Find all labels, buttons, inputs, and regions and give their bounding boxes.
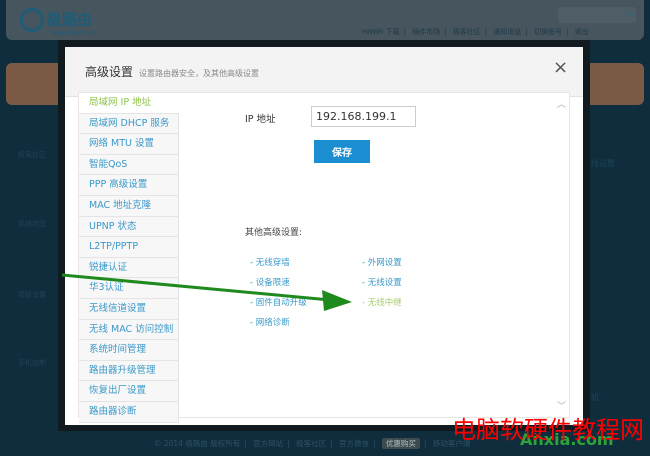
advanced-link[interactable]: - 固件自动升级	[250, 296, 307, 308]
top-link[interactable]: 通知消息	[493, 28, 521, 36]
bg-nav-mobile[interactable]: 手机控制	[6, 358, 58, 368]
top-link[interactable]: 退出	[575, 28, 589, 36]
search-input[interactable]: ⌕	[558, 7, 636, 23]
close-icon[interactable]: ×	[553, 57, 568, 78]
scroll-up-icon[interactable]: ︿	[557, 97, 566, 110]
sidebar-item[interactable]: 系统时间管理	[79, 340, 179, 361]
advanced-link[interactable]: - 设备限速	[250, 276, 290, 288]
bg-nav-status[interactable]: 系统状态	[6, 219, 58, 229]
watermark-text: 电脑软硬件教程网	[452, 416, 644, 444]
footer-buy-badge[interactable]: 优惠购买	[381, 438, 420, 449]
logo-icon	[20, 8, 44, 32]
sidebar-item[interactable]: 网络 MTU 设置	[79, 134, 179, 155]
footer-link[interactable]: 官方微信	[339, 439, 369, 448]
footer-link[interactable]: 官方网站	[253, 439, 283, 448]
advanced-settings-modal: 高级设置 设置路由器安全，及其他高级设置 × 局域网 IP 地址 局域网 DHCP …	[65, 47, 583, 425]
copyright: © 2014 极路由 版权所有	[154, 439, 241, 448]
logo-text: 极路由	[47, 10, 93, 29]
search-icon[interactable]: ⌕	[626, 7, 632, 21]
sidebar-item[interactable]: 无线信道设置	[79, 298, 179, 320]
sidebar-item[interactable]: L2TP/PPTP	[79, 237, 179, 258]
ip-label: IP 地址	[245, 114, 276, 125]
sidebar-item[interactable]: 华3认证	[79, 278, 179, 299]
ip-address-input[interactable]	[311, 106, 416, 127]
advanced-link[interactable]: - 无线穿墙	[250, 256, 290, 268]
advanced-link[interactable]: - 无线设置	[362, 276, 402, 288]
logo[interactable]: 极路由 www.hiwifi.com	[20, 8, 99, 37]
advanced-link[interactable]: - 网络诊断	[250, 316, 290, 328]
top-bar: 极路由 www.hiwifi.com ⌕ HiWiFi 下载 | 插件市场 | 极客社…	[6, 0, 644, 40]
footer: © 2014 极路由 版权所有 | 官方网站 | 极客社区 | 官方微信 | 优惠购买 |…	[154, 438, 471, 449]
modal-subtitle: 设置路由器安全，及其他高级设置	[139, 69, 260, 78]
top-link[interactable]: 切换账号	[534, 28, 562, 36]
footer-link[interactable]: 极客社区	[296, 439, 326, 448]
sidebar-item[interactable]: PPP 高级设置	[79, 175, 179, 196]
sidebar-item[interactable]: 无线 MAC 访问控制	[79, 319, 179, 341]
bg-nav-advanced[interactable]: 高级设置	[6, 290, 58, 300]
top-links: HiWiFi 下载 | 插件市场 | 极客社区 | 通知消息 | 切换账号 | 退出	[362, 28, 589, 36]
settings-sidebar: 局域网 IP 地址 局域网 DHCP 服务 网络 MTU 设置 智能QoS PPP 高级…	[79, 93, 179, 423]
bg-nav-community[interactable]: 极客社区	[6, 150, 58, 160]
sidebar-item[interactable]: 智能QoS	[79, 154, 179, 176]
sidebar-item[interactable]: UPNP 状态	[79, 216, 179, 238]
top-link[interactable]: HiWiFi 下载	[362, 28, 400, 36]
sidebar-item[interactable]: 锐捷认证	[79, 257, 179, 279]
modal-title-text: 高级设置	[85, 65, 134, 79]
sidebar-item[interactable]: 路由器诊断	[79, 401, 179, 423]
modal-title: 高级设置 设置路由器安全，及其他高级设置	[85, 63, 259, 80]
advanced-link[interactable]: - 无线中继	[362, 296, 402, 308]
save-button[interactable]: 保存	[314, 140, 370, 163]
settings-panel: 局域网 IP 地址 局域网 DHCP 服务 网络 MTU 设置 智能QoS PPP 高级…	[78, 92, 570, 423]
other-settings-label: 其他高级设置:	[245, 228, 303, 238]
sidebar-item[interactable]: 局域网 DHCP 服务	[79, 113, 179, 135]
sidebar-item[interactable]: MAC 地址克隆	[79, 195, 179, 217]
logo-url: www.hiwifi.com	[52, 30, 99, 37]
sidebar-item[interactable]: 恢复出厂设置	[79, 381, 179, 402]
sidebar-item[interactable]: 局域网 IP 地址	[79, 93, 179, 114]
sidebar-item[interactable]: 路由器升级管理	[79, 360, 179, 382]
top-link[interactable]: 插件市场	[412, 28, 440, 36]
top-link[interactable]: 极客社区	[453, 28, 481, 36]
advanced-link[interactable]: - 外网设置	[362, 256, 402, 268]
modal-header: 高级设置 设置路由器安全，及其他高级设置 ×	[65, 47, 583, 97]
